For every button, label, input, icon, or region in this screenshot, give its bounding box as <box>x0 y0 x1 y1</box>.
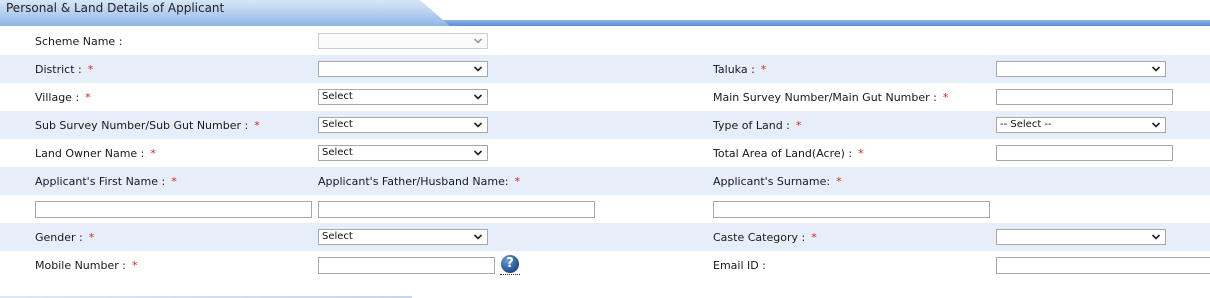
form-row-land-owner: Land Owner Name : * Select Total Area of … <box>0 139 1210 167</box>
chevron-down-icon <box>1151 66 1161 72</box>
chevron-down-icon <box>1151 234 1161 240</box>
father-name-label: Applicant's Father/Husband Name: * <box>318 175 521 188</box>
district-label: District : * <box>35 63 94 76</box>
form-row-scheme: Scheme Name : <box>0 27 1210 55</box>
district-select[interactable] <box>318 61 488 77</box>
type-of-land-select[interactable]: -- Select -- <box>996 117 1166 133</box>
village-label: Village : * <box>35 91 91 104</box>
email-input[interactable] <box>996 257 1210 274</box>
caste-category-label: Caste Category : * <box>713 231 817 244</box>
help-icon[interactable]: ? <box>501 255 519 273</box>
form-row-name-inputs <box>0 195 1210 223</box>
mobile-number-label: Mobile Number : * <box>35 259 138 272</box>
gender-select[interactable]: Select <box>318 229 488 245</box>
scheme-name-select[interactable] <box>318 33 488 49</box>
caste-category-select[interactable] <box>996 229 1166 245</box>
main-survey-label: Main Survey Number/Main Gut Number : * <box>713 91 949 104</box>
first-name-label: Applicant's First Name : * <box>35 175 177 188</box>
chevron-down-icon <box>473 234 483 240</box>
section-title: Personal & Land Details of Applicant <box>6 1 225 15</box>
chevron-down-icon <box>473 150 483 156</box>
type-of-land-label: Type of Land : * <box>713 119 802 132</box>
form-row-name-labels: Applicant's First Name : * Applicant's Fa… <box>0 167 1210 195</box>
land-owner-select[interactable]: Select <box>318 145 488 161</box>
village-select[interactable]: Select <box>318 89 488 105</box>
scheme-name-label: Scheme Name : <box>35 35 123 48</box>
gender-label: Gender : * <box>35 231 95 244</box>
chevron-down-icon <box>473 94 483 100</box>
form-row-district: District : * Taluka : * <box>0 55 1210 83</box>
form-row-sub-survey: Sub Survey Number/Sub Gut Number : * Sele… <box>0 111 1210 139</box>
chevron-down-icon <box>473 38 483 44</box>
form-row-gender: Gender : * Select Caste Category : * <box>0 223 1210 251</box>
taluka-select[interactable] <box>996 61 1166 77</box>
surname-label: Applicant's Surname: * <box>713 175 842 188</box>
surname-input[interactable] <box>713 201 990 218</box>
first-name-input[interactable] <box>35 201 312 218</box>
help-link-underline <box>500 274 520 275</box>
sub-survey-label: Sub Survey Number/Sub Gut Number : * <box>35 119 260 132</box>
father-name-input[interactable] <box>318 201 595 218</box>
sub-survey-select[interactable]: Select <box>318 117 488 133</box>
taluka-label: Taluka : * <box>713 63 767 76</box>
total-area-label: Total Area of Land(Acre) : * <box>713 147 864 160</box>
main-survey-input[interactable] <box>996 89 1173 105</box>
chevron-down-icon <box>473 122 483 128</box>
chevron-down-icon <box>1151 122 1161 128</box>
chevron-down-icon <box>473 66 483 72</box>
mobile-number-input[interactable] <box>318 257 495 274</box>
form-row-village: Village : * Select Main Survey Number/Mai… <box>0 83 1210 111</box>
total-area-input[interactable] <box>996 145 1173 161</box>
email-label: Email ID : <box>713 259 766 272</box>
form-row-mobile: Mobile Number : * ? Email ID : <box>0 251 1210 279</box>
land-owner-label: Land Owner Name : * <box>35 147 156 160</box>
